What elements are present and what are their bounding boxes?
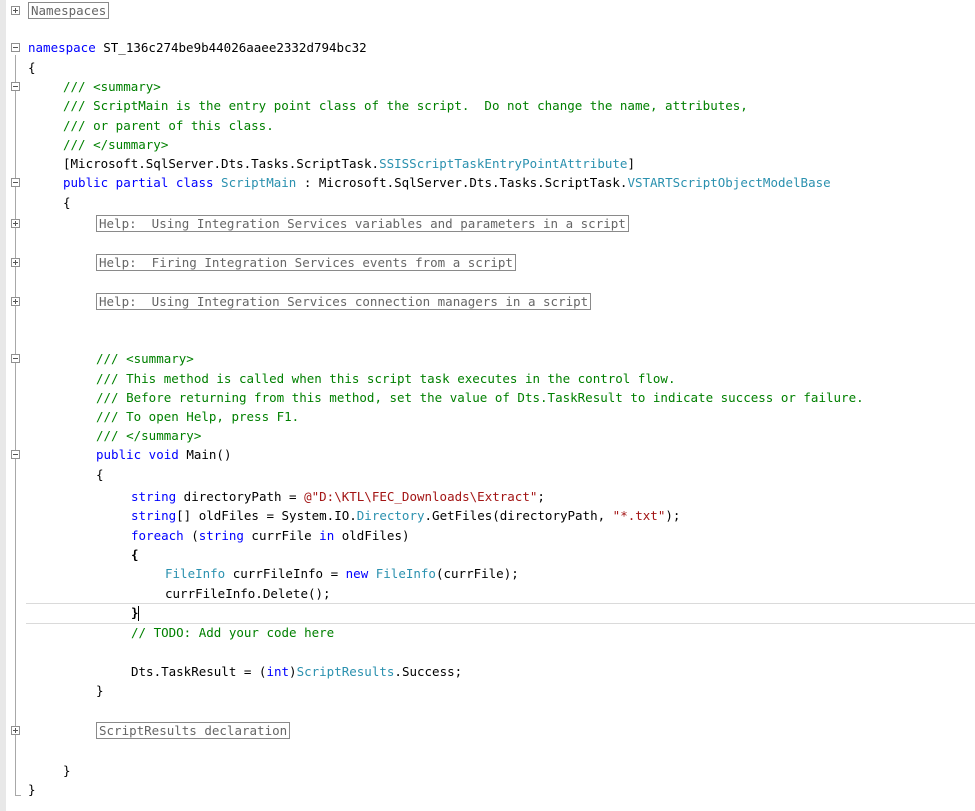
code-line: currFileInfo.Delete();: [165, 586, 331, 601]
doc-comment: /// This method is called when this scri…: [96, 371, 676, 386]
doc-comment: /// </summary>: [63, 137, 169, 152]
outline-guide-end: [15, 795, 21, 796]
code-line: string directoryPath = @"D:\KTL\FEC_Down…: [131, 489, 545, 504]
code-line: namespace ST_136c274be9b44026aaee2332d79…: [28, 38, 367, 57]
expand-region-icon[interactable]: [11, 297, 20, 306]
collapse-icon[interactable]: [11, 178, 20, 187]
doc-comment: /// <summary>: [63, 79, 161, 94]
collapse-icon[interactable]: [11, 82, 20, 91]
code-editor[interactable]: Namespaces namespace ST_136c274be9b44026…: [0, 0, 975, 811]
doc-comment: /// ScriptMain is the entry point class …: [63, 98, 748, 113]
code-line: string[] oldFiles = System.IO.Directory.…: [131, 508, 681, 523]
comment-todo: // TODO: Add your code here: [131, 625, 335, 640]
code-line-current[interactable]: }: [131, 603, 139, 622]
code-line: }: [63, 763, 71, 778]
region-help-variables[interactable]: Help: Using Integration Services variabl…: [96, 215, 629, 232]
code-line: public void Main(): [96, 447, 232, 462]
code-line: ScriptResults declaration: [96, 721, 291, 740]
collapse-icon[interactable]: [11, 450, 20, 459]
namespace-name: ST_136c274be9b44026aaee2332d794bc32: [95, 40, 367, 55]
region-scriptresults[interactable]: ScriptResults declaration: [96, 722, 291, 739]
doc-comment: /// </summary>: [96, 428, 202, 443]
expand-region-icon[interactable]: [11, 219, 20, 228]
keyword: namespace: [28, 40, 96, 55]
code-line: Dts.TaskResult = (int)ScriptResults.Succ…: [131, 664, 463, 679]
expand-region-icon[interactable]: [11, 6, 20, 15]
namespaces-region-box[interactable]: Namespaces: [28, 2, 110, 19]
region-help-connections[interactable]: Help: Using Integration Services connect…: [96, 293, 592, 310]
code-line: foreach (string currFile in oldFiles): [131, 528, 410, 543]
editor-margin: [0, 0, 6, 811]
code-line: {: [96, 467, 104, 482]
code-line: }: [96, 683, 104, 698]
code-line: Help: Using Integration Services variabl…: [96, 214, 629, 233]
code-line: Help: Firing Integration Services events…: [96, 253, 516, 272]
code-line: {: [28, 60, 36, 75]
expand-region-icon[interactable]: [11, 726, 20, 735]
current-line-highlight: [26, 603, 975, 624]
code-line: [Microsoft.SqlServer.Dts.Tasks.ScriptTas…: [63, 156, 635, 171]
outline-guide: [15, 55, 16, 796]
expand-region-icon[interactable]: [11, 258, 20, 267]
doc-comment: /// or parent of this class.: [63, 118, 274, 133]
code-line: {: [63, 195, 71, 210]
collapse-icon[interactable]: [11, 43, 20, 52]
doc-comment: /// To open Help, press F1.: [96, 409, 300, 424]
code-line: Namespaces: [28, 1, 110, 20]
code-line: public partial class ScriptMain : Micros…: [63, 175, 831, 190]
code-line: }: [28, 782, 36, 797]
collapse-icon[interactable]: [11, 354, 20, 363]
doc-comment: /// Before returning from this method, s…: [96, 390, 864, 405]
code-line: FileInfo currFileInfo = new FileInfo(cur…: [165, 566, 519, 581]
code-line: Help: Using Integration Services connect…: [96, 292, 592, 311]
text-caret: [137, 606, 139, 621]
doc-comment: /// <summary>: [96, 351, 194, 366]
code-line: {: [131, 547, 139, 562]
region-help-events[interactable]: Help: Firing Integration Services events…: [96, 254, 516, 271]
